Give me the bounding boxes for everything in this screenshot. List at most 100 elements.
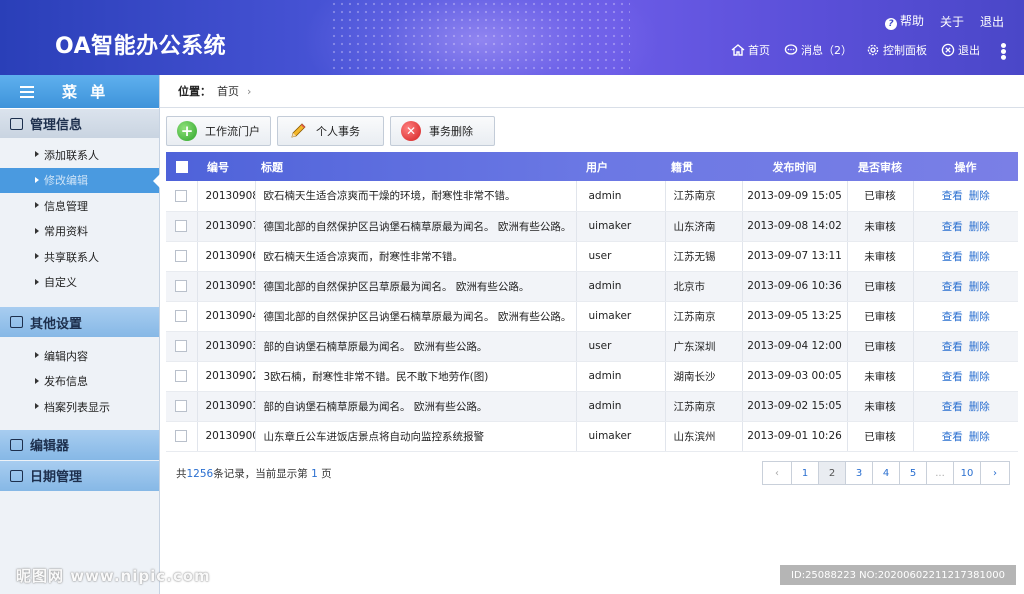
- delete-link[interactable]: 删除: [969, 190, 990, 202]
- calendar-icon: [10, 469, 23, 482]
- nav-messages-label: 消息（2）: [801, 43, 852, 57]
- row-checkbox[interactable]: [175, 430, 188, 442]
- menu-header[interactable]: 菜 单: [0, 75, 159, 108]
- view-link[interactable]: 查看: [942, 311, 963, 323]
- sidebar-item-publish[interactable]: 发布信息: [0, 369, 159, 395]
- group-label: 编辑器: [30, 439, 70, 454]
- delete-link[interactable]: 删除: [969, 311, 990, 323]
- sidebar-item-edit[interactable]: 修改编辑: [0, 167, 160, 193]
- help-link[interactable]: ? 帮助: [884, 12, 924, 30]
- view-link[interactable]: 查看: [942, 431, 963, 443]
- page-link[interactable]: 1: [791, 461, 819, 485]
- cell-user: uimaker: [576, 211, 666, 242]
- delete-link[interactable]: 删除: [969, 251, 990, 263]
- delete-link[interactable]: 删除: [969, 281, 990, 293]
- cell-status: 已审核: [847, 331, 914, 362]
- table-row[interactable]: 20130904 德国北部的自然保护区吕讷堡石楠草原最为闻名。 欧洲有些公路。 ui…: [166, 301, 1018, 332]
- sidebar-item-info-manage[interactable]: 信息管理: [0, 193, 159, 219]
- more-vertical-icon[interactable]: •••: [994, 41, 1010, 59]
- cell-actions: 查看 删除: [913, 241, 1018, 272]
- page-link[interactable]: 10: [953, 461, 981, 485]
- page-link[interactable]: 4: [872, 461, 900, 485]
- row-checkbox[interactable]: [175, 370, 188, 382]
- table-row[interactable]: 20130902 3欧石楠，耐寒性非常不错。民不敢下地劳作(图) admin 湖南长沙…: [166, 361, 1018, 392]
- view-link[interactable]: 查看: [942, 371, 963, 383]
- nav-home[interactable]: 首页: [731, 42, 770, 58]
- row-checkbox[interactable]: [175, 250, 188, 262]
- view-link[interactable]: 查看: [942, 401, 963, 413]
- row-checkbox[interactable]: [175, 340, 188, 352]
- logout-link[interactable]: 退出: [980, 13, 1004, 30]
- cell-id: 20130905: [197, 271, 256, 302]
- row-checkbox[interactable]: [175, 280, 188, 292]
- personal-affairs-button[interactable]: 个人事务: [277, 116, 384, 146]
- sidebar-group-manage[interactable]: 管理信息: [0, 108, 159, 138]
- row-checkbox[interactable]: [175, 310, 188, 322]
- edit-icon: [10, 438, 23, 451]
- about-link[interactable]: 关于: [940, 13, 964, 30]
- sidebar-item-custom[interactable]: 自定义: [0, 270, 159, 296]
- page-link-current[interactable]: 2: [818, 461, 846, 485]
- cell-time: 2013-09-02 15:05: [742, 391, 848, 422]
- view-link[interactable]: 查看: [942, 341, 963, 353]
- page-link[interactable]: 5: [899, 461, 927, 485]
- delete-link[interactable]: 删除: [969, 401, 990, 413]
- delete-link[interactable]: 删除: [969, 341, 990, 353]
- cell-actions: 查看 删除: [913, 331, 1018, 362]
- delete-affairs-button[interactable]: ✕ 事务删除: [390, 116, 495, 146]
- breadcrumb: 位置： 首页 ›: [160, 75, 1024, 108]
- table-row[interactable]: 20130903 部的自讷堡石楠草原最为闻名。 欧洲有些公路。 user 广东深圳 20…: [166, 331, 1018, 362]
- cell-id: 20130906: [197, 241, 256, 272]
- sidebar-item-edit-content[interactable]: 编辑内容: [0, 343, 159, 369]
- view-link[interactable]: 查看: [942, 221, 963, 233]
- sidebar-group-date[interactable]: 日期管理: [0, 460, 159, 491]
- nav-control-panel[interactable]: 控制面板: [866, 42, 927, 58]
- delete-link[interactable]: 删除: [969, 431, 990, 443]
- page-link[interactable]: 3: [845, 461, 873, 485]
- cell-id: 20130904: [197, 301, 256, 332]
- row-select-cell: [166, 211, 198, 242]
- breadcrumb-home[interactable]: 首页: [217, 83, 239, 99]
- prev-page-button[interactable]: ‹: [762, 461, 792, 485]
- data-table: 编号 标题 用户 籍贯 发布时间 是否审核 操作 20130908 欧石楠天生适合…: [166, 152, 1018, 452]
- table-row[interactable]: 20130905 德国北部的自然保护区吕草原最为闻名。 欧洲有些公路。 admin 北…: [166, 271, 1018, 302]
- delete-link[interactable]: 删除: [969, 371, 990, 383]
- cell-time: 2013-09-07 13:11: [742, 241, 848, 272]
- cell-status: 未审核: [847, 241, 914, 272]
- view-link[interactable]: 查看: [942, 190, 963, 202]
- delete-link[interactable]: 删除: [969, 221, 990, 233]
- sidebar-item-shared-contacts[interactable]: 共享联系人: [0, 244, 159, 270]
- total-count: 1256: [186, 467, 214, 480]
- sidebar-item-add-contact[interactable]: 添加联系人: [0, 142, 159, 168]
- cell-actions: 查看 删除: [913, 271, 1018, 302]
- nav-messages[interactable]: 消息（2）: [784, 42, 852, 58]
- row-checkbox[interactable]: [175, 189, 188, 202]
- workflow-portal-button[interactable]: + 工作流门户: [166, 116, 271, 146]
- cell-time: 2013-09-03 00:05: [742, 361, 848, 392]
- cell-status: 未审核: [847, 361, 914, 392]
- table-row[interactable]: 20130900 山东章丘公车进饭店景点将自动向监控系统报警 uimaker 山东滨州…: [166, 421, 1018, 452]
- summary-suffix: 页: [321, 467, 332, 480]
- cell-user: user: [576, 241, 666, 272]
- sidebar-item-label: 档案列表显示: [44, 400, 110, 414]
- table-row[interactable]: 20130908 欧石楠天生适合凉爽而干燥的环境，耐寒性非常不错。 admin 江苏南…: [166, 181, 1018, 212]
- row-checkbox[interactable]: [175, 400, 188, 412]
- view-link[interactable]: 查看: [942, 251, 963, 263]
- nav-logout[interactable]: 退出: [941, 42, 980, 58]
- sidebar-item-label: 修改编辑: [44, 174, 88, 188]
- row-checkbox[interactable]: [175, 220, 188, 232]
- sidebar-item-common-docs[interactable]: 常用资料: [0, 219, 159, 245]
- sidebar-group-editor[interactable]: 编辑器: [0, 429, 159, 460]
- delete-icon: ✕: [401, 121, 421, 141]
- table-row[interactable]: 20130901 部的自讷堡石楠草原最为闻名。 欧洲有些公路。 admin 江苏南京 2…: [166, 391, 1018, 422]
- sidebar-group-other-settings[interactable]: 其他设置: [0, 307, 159, 337]
- table-row[interactable]: 20130906 欧石楠天生适合凉爽而，耐寒性非常不错。 user 江苏无锡 2013-…: [166, 241, 1018, 272]
- view-link[interactable]: 查看: [942, 281, 963, 293]
- sidebar-item-archive-list[interactable]: 档案列表显示: [0, 394, 159, 420]
- select-all-checkbox[interactable]: [175, 161, 188, 173]
- cell-title: 部的自讷堡石楠草原最为闻名。 欧洲有些公路。: [255, 331, 577, 362]
- table-row[interactable]: 20130907 德国北部的自然保护区吕讷堡石楠草原最为闻名。 欧洲有些公路。 ui…: [166, 211, 1018, 242]
- row-select-cell: [166, 361, 198, 392]
- header-id[interactable]: 编号: [197, 152, 255, 181]
- next-page-button[interactable]: ›: [980, 461, 1010, 485]
